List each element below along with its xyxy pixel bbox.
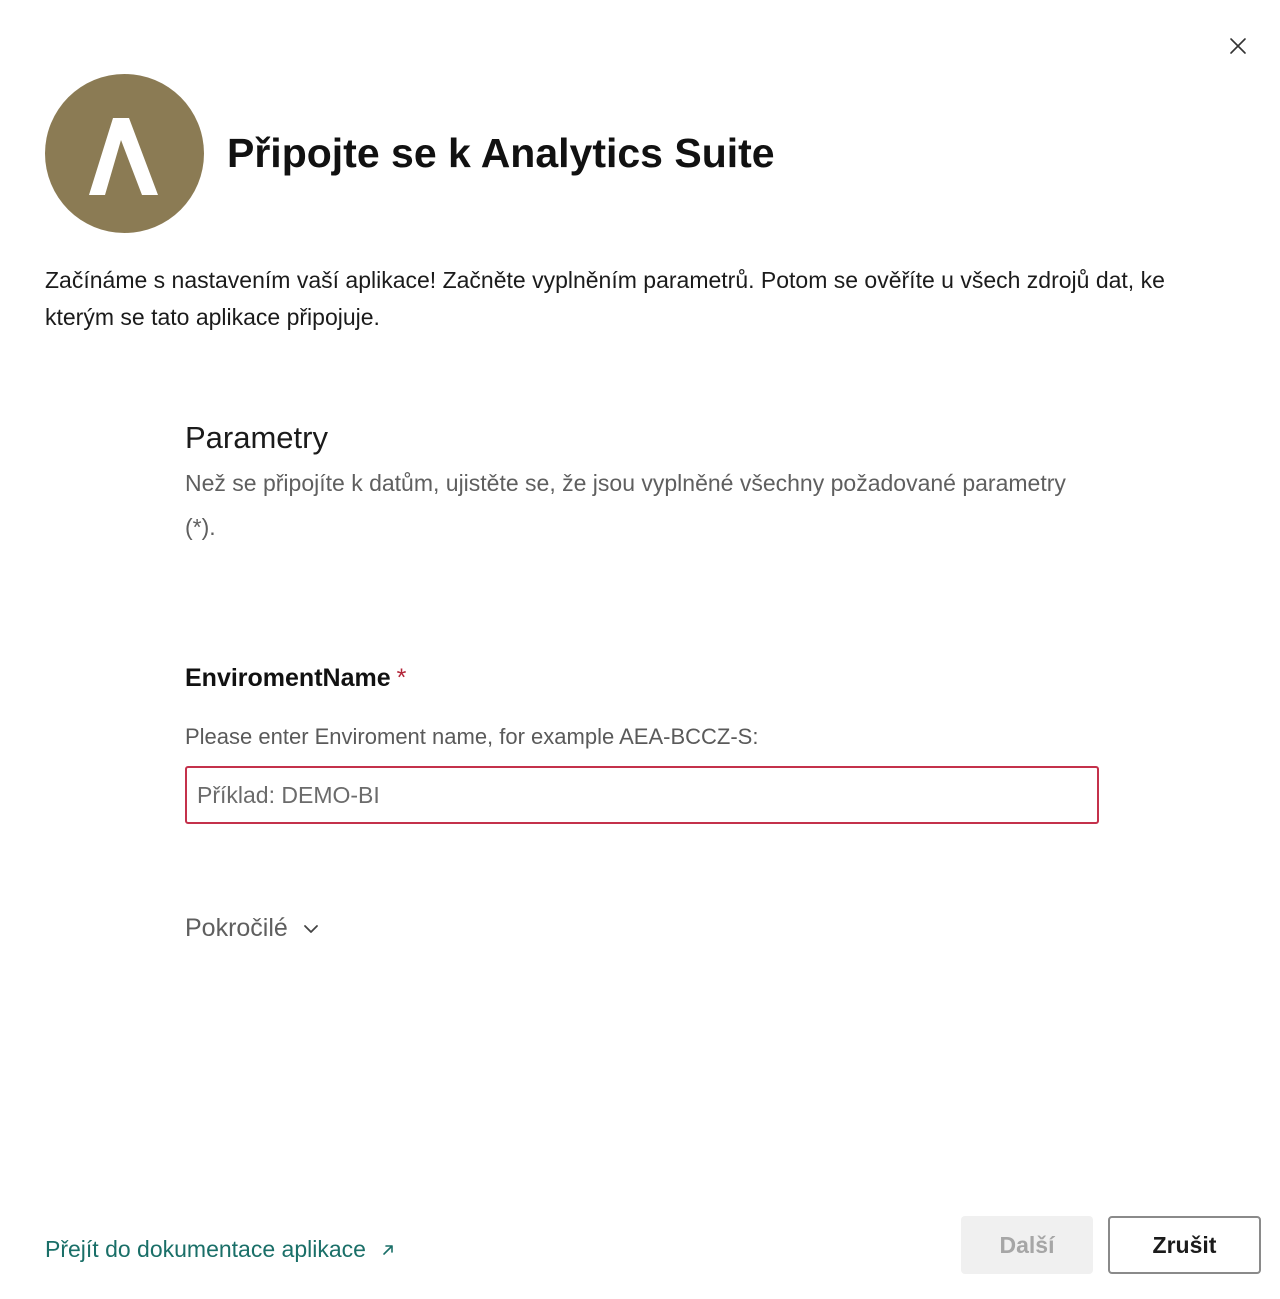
required-mark: * [396, 664, 407, 692]
documentation-link[interactable]: Přejít do dokumentace aplikace [45, 1236, 396, 1263]
chevron-down-icon [303, 924, 318, 933]
intro-text: Začínáme s nastavením vaší aplikace! Zač… [45, 267, 1165, 330]
close-icon [1230, 38, 1246, 54]
next-button[interactable]: Další [961, 1216, 1093, 1274]
advanced-toggle[interactable]: Pokročilé [185, 914, 320, 943]
environment-name-input[interactable] [185, 766, 1099, 824]
connect-dialog: Připojte se k Analytics Suite Začínáme s… [0, 0, 1280, 1299]
environment-name-label-text: EnviromentName [185, 664, 391, 692]
dialog-title: Připojte se k Analytics Suite [227, 130, 775, 176]
advanced-label: Pokročilé [185, 914, 288, 942]
parameters-heading: Parametry [185, 420, 328, 455]
documentation-link-label: Přejít do dokumentace aplikace [45, 1236, 366, 1262]
analytics-suite-logo [45, 74, 204, 233]
environment-name-label: EnviromentName * [185, 664, 406, 693]
logo-mark-icon [89, 118, 158, 195]
external-link-icon [383, 1244, 393, 1255]
parameters-description: Než se připojíte k datům, ujistěte se, ž… [185, 470, 1066, 540]
environment-name-hint: Please enter Enviroment name, for exampl… [185, 724, 759, 749]
dialog-header: Připojte se k Analytics Suite [45, 74, 775, 233]
close-button[interactable] [1222, 30, 1254, 62]
cancel-button[interactable]: Zrušit [1108, 1216, 1261, 1274]
